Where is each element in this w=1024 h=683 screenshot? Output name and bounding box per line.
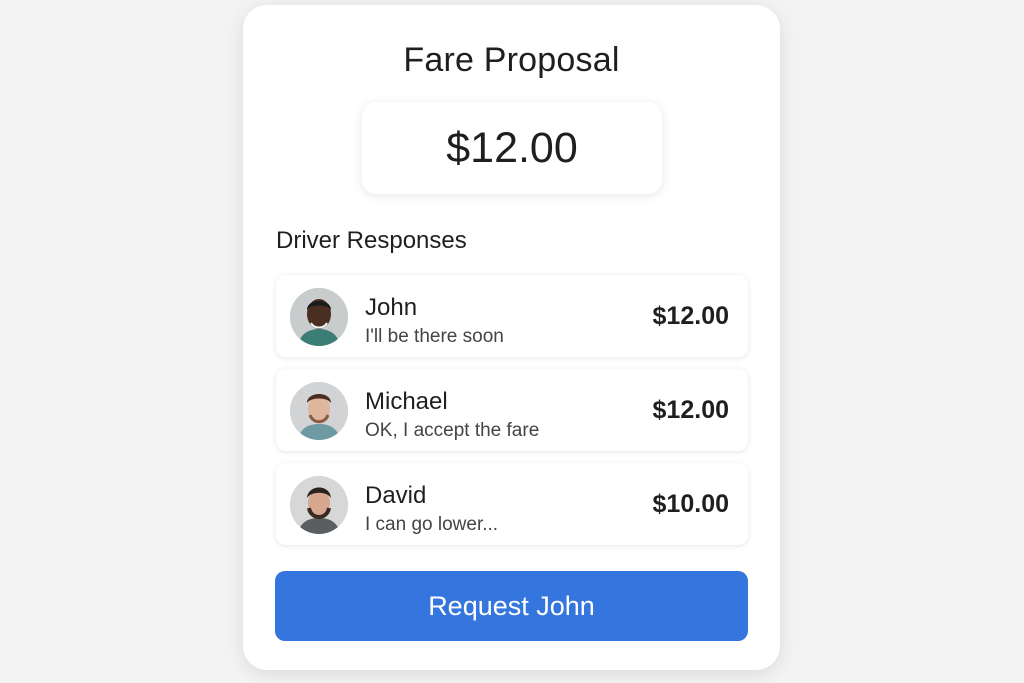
driver-response-david[interactable]: David I can go lower... $10.00 [276,463,748,545]
driver-name: John [365,294,418,321]
driver-price: $12.00 [652,396,729,424]
driver-david-avatar [290,476,348,534]
driver-response-michael[interactable]: Michael OK, I accept the fare $12.00 [276,369,748,451]
driver-response-list: John I'll be there soon $12.00 Michael O… [276,275,748,557]
driver-responses-heading: Driver Responses [276,227,467,254]
fare-amount: $12.00 [446,123,578,172]
driver-message: I'll be there soon [365,326,504,347]
request-driver-button[interactable]: Request John [275,571,748,641]
driver-john-avatar [290,288,348,346]
driver-michael-avatar [290,382,348,440]
driver-message: OK, I accept the fare [365,420,540,441]
driver-response-john[interactable]: John I'll be there soon $12.00 [276,275,748,357]
driver-price: $10.00 [652,490,729,518]
driver-price: $12.00 [652,302,729,330]
page-title: Fare Proposal [403,41,620,79]
driver-name: Michael [365,388,448,415]
fare-amount-box: $12.00 [362,102,662,194]
driver-message: I can go lower... [365,514,499,535]
fare-proposal-card: Fare Proposal $12.00 Driver Responses Jo… [243,5,780,670]
driver-name: David [365,482,427,509]
